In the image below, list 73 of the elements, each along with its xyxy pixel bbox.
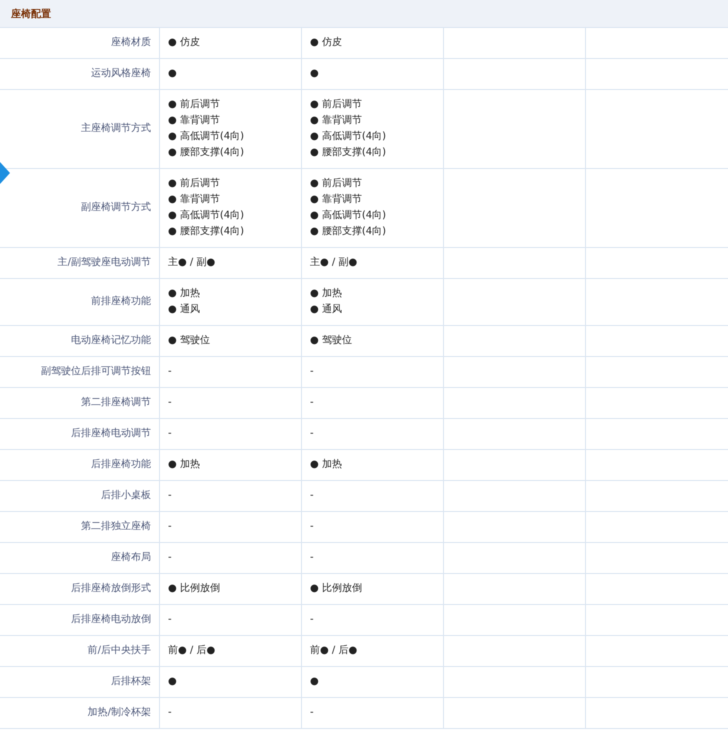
value-text: 前● / 后● xyxy=(168,644,216,658)
value-text: ● 加热 xyxy=(168,458,200,472)
value-text: ● 比例放倒 xyxy=(168,582,220,596)
value-text: ● 通风 xyxy=(310,302,342,317)
value-text: ● 靠背调节 xyxy=(168,192,220,207)
value-text: ● 靠背调节 xyxy=(310,192,362,207)
row-label: 后排座椅放倒形式 xyxy=(71,582,151,596)
value-text: - xyxy=(310,551,314,565)
value-text: ● xyxy=(310,675,319,689)
row-label: 座椅材质 xyxy=(111,36,151,50)
value-text: 主● / 副● xyxy=(310,256,358,270)
row-label: 后排座椅功能 xyxy=(91,458,151,472)
value-text: ● 加热 xyxy=(168,286,200,301)
row-label: 加热/制冷杯架 xyxy=(88,706,151,720)
row-label: 主/副驾驶座电动调节 xyxy=(58,256,151,270)
row-label: 后排座椅电动调节 xyxy=(71,426,151,441)
value-text: - xyxy=(310,365,314,379)
row-label: 后排杯架 xyxy=(111,674,151,689)
row-label: 座椅布局 xyxy=(111,550,151,565)
row-label: 后排座椅电动放倒 xyxy=(71,612,151,627)
value-text: ● 高低调节(4向) xyxy=(168,130,244,144)
value-text: - xyxy=(310,520,314,534)
row-label: 第二排独立座椅 xyxy=(81,520,151,534)
value-text: ● 仿皮 xyxy=(168,36,200,50)
value-text: - xyxy=(168,613,172,627)
value-text: - xyxy=(168,365,172,379)
value-text: - xyxy=(310,613,314,627)
value-text: ● 腰部支撑(4向) xyxy=(310,146,386,160)
value-text: ● 仿皮 xyxy=(310,36,342,50)
value-text: - xyxy=(310,427,314,441)
value-text: ● 加热 xyxy=(310,286,342,301)
section-title: 座椅配置 xyxy=(11,7,51,20)
row-label: 主座椅调节方式 xyxy=(81,122,151,136)
value-text: ● 腰部支撑(4向) xyxy=(168,146,244,160)
value-text: ● 前后调节 xyxy=(168,98,220,112)
value-text: ● 驾驶位 xyxy=(310,334,352,348)
row-label: 副座椅调节方式 xyxy=(81,200,151,215)
value-text: ● xyxy=(168,67,177,81)
value-text: - xyxy=(168,396,172,410)
value-text: - xyxy=(168,520,172,534)
row-label: 前/后中央扶手 xyxy=(88,644,151,658)
row-label: 前排座椅功能 xyxy=(91,294,151,309)
value-text: ● 高低调节(4向) xyxy=(310,208,386,223)
row-label: 副驾驶位后排可调节按钮 xyxy=(41,364,151,379)
value-text: ● 前后调节 xyxy=(310,98,362,112)
value-text: ● 腰部支撑(4向) xyxy=(310,224,386,239)
value-text: ● 前后调节 xyxy=(168,176,220,191)
value-text: - xyxy=(168,427,172,441)
row-label: 第二排座椅调节 xyxy=(81,396,151,410)
side-tab-icon[interactable] xyxy=(0,162,10,184)
value-text: ● 比例放倒 xyxy=(310,582,362,596)
value-text: - xyxy=(168,551,172,565)
row-label: 后排小桌板 xyxy=(101,488,151,503)
value-text: ● 腰部支撑(4向) xyxy=(168,224,244,239)
value-text: ● 高低调节(4向) xyxy=(310,130,386,144)
value-text: 主● / 副● xyxy=(168,256,216,270)
value-text: - xyxy=(310,396,314,410)
value-text: ● xyxy=(168,675,177,689)
value-text: ● 前后调节 xyxy=(310,176,362,191)
value-text: 前● / 后● xyxy=(310,644,358,658)
value-text: - xyxy=(168,489,172,503)
row-label: 电动座椅记忆功能 xyxy=(71,334,151,348)
value-text: ● 驾驶位 xyxy=(168,334,210,348)
value-text: ● 靠背调节 xyxy=(310,114,362,128)
value-text: ● 高低调节(4向) xyxy=(168,208,244,223)
value-text: - xyxy=(310,706,314,720)
value-text: ● 加热 xyxy=(310,458,342,472)
value-text: ● xyxy=(310,67,319,81)
value-text: - xyxy=(168,706,172,720)
value-text: ● 靠背调节 xyxy=(168,114,220,128)
value-text: - xyxy=(310,489,314,503)
value-text: ● 通风 xyxy=(168,302,200,317)
row-label: 运动风格座椅 xyxy=(91,66,151,81)
